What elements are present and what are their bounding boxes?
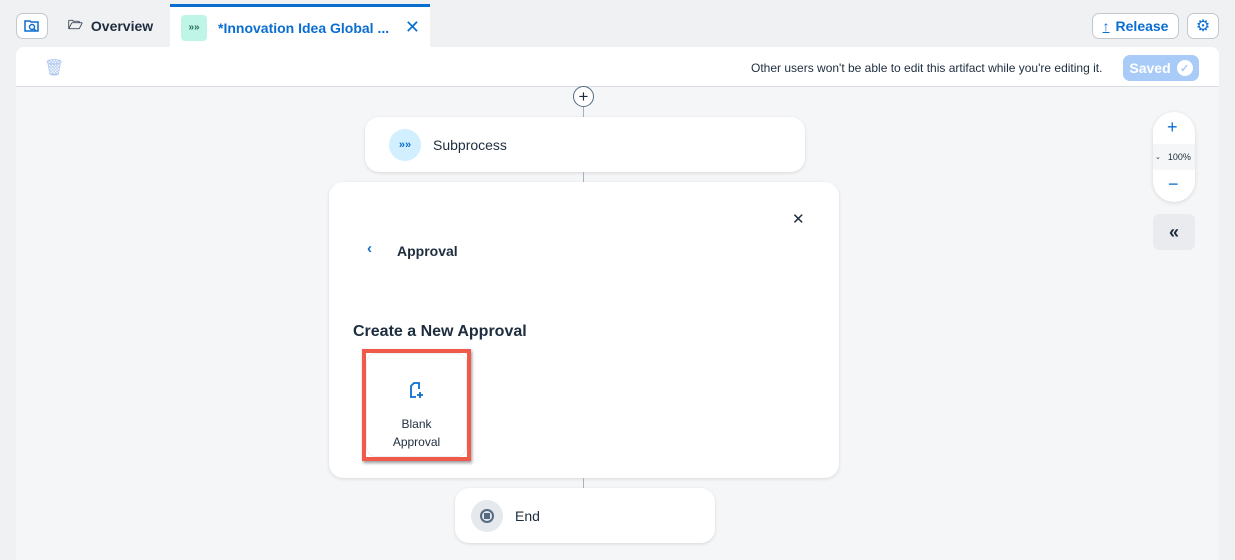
subprocess-icon: »» (181, 14, 207, 41)
blank-approval-option[interactable]: Blank Approval (362, 349, 471, 461)
settings-button[interactable]: ⚙ (1187, 13, 1219, 39)
folder-search-icon (24, 20, 39, 32)
approval-panel: ✕ ‹ Approval Create a New Approval Blank… (329, 182, 839, 478)
zoom-control: + ⌄ 100% − (1153, 112, 1195, 202)
end-node[interactable]: End (455, 488, 715, 543)
toolbar: 🗑 Other users won't be able to edit this… (16, 47, 1219, 87)
delete-icon[interactable]: 🗑 (44, 58, 64, 78)
subprocess-node[interactable]: »» Subprocess (365, 117, 805, 172)
saved-button[interactable]: Saved ✓ (1123, 55, 1199, 81)
section-heading: Create a New Approval (353, 323, 527, 340)
stop-icon (471, 499, 503, 532)
zoom-level-select[interactable]: ⌄ 100% (1153, 144, 1195, 170)
gear-icon: ⚙ (1195, 18, 1211, 35)
zoom-out-button[interactable]: − (1168, 174, 1179, 195)
double-chevron-left-icon: « (1168, 221, 1179, 242)
release-button[interactable]: ↑ Release (1092, 13, 1179, 39)
close-tab-icon[interactable]: ✕ (405, 17, 420, 38)
subprocess-icon: »» (389, 128, 421, 161)
edit-lock-notice: Other users won't be able to edit this a… (751, 61, 1103, 75)
close-icon[interactable]: ✕ (792, 210, 805, 228)
collapse-panel-button[interactable]: « (1153, 214, 1195, 250)
chevron-down-icon: ⌄ (1155, 154, 1161, 161)
upload-icon: ↑ (1102, 18, 1110, 34)
tab-overview[interactable]: 🗁 Overview (68, 12, 153, 40)
add-step-button[interactable]: + (573, 86, 594, 107)
back-chevron-icon[interactable]: ‹ (367, 240, 372, 257)
check-circle-icon: ✓ (1176, 60, 1193, 76)
search-folder-button[interactable] (16, 13, 48, 39)
folder-icon: 🗁 (68, 17, 83, 32)
panel-title: Approval (397, 243, 458, 259)
plus-icon: + (578, 86, 589, 106)
new-document-icon (409, 382, 423, 398)
tab-innovation-idea[interactable]: »» *Innovation Idea Global ... ✕ (170, 4, 430, 48)
zoom-in-button[interactable]: + (1167, 117, 1178, 138)
